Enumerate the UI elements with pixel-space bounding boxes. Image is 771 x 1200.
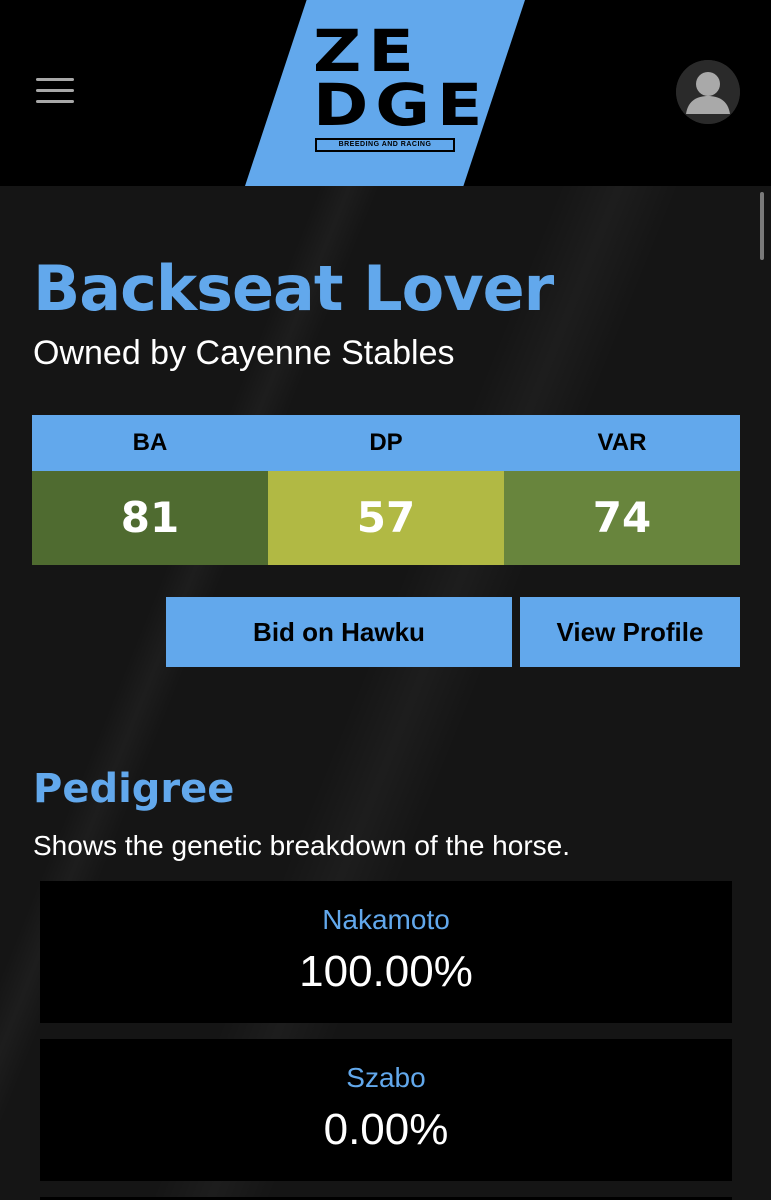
stats-value-row: 81 57 74 [32,471,740,565]
bid-on-hawku-button[interactable]: Bid on Hawku [166,597,512,667]
pedigree-card: Szabo 0.00% [40,1039,732,1181]
logo-line-2: DGE [313,71,490,139]
stat-header-ba: BA [132,429,168,456]
stat-value-var: 74 [504,471,740,565]
logo-tagline: BREEDING AND RACING [315,138,455,152]
stat-value-ba: 81 [32,471,268,565]
page-scrollbar[interactable] [760,192,764,260]
stat-value-dp: 57 [268,471,504,565]
pedigree-name: Nakamoto [322,904,450,935]
view-profile-button[interactable]: View Profile [520,597,740,667]
user-silhouette-icon [676,60,740,124]
horse-name: Backseat Lover [33,252,554,325]
pedigree-name: Szabo [346,1062,426,1093]
logo-line-1: ZE [313,17,421,85]
pedigree-description: Shows the genetic breakdown of the horse… [33,830,571,861]
pedigree-title: Pedigree [33,766,235,812]
hamburger-menu-icon[interactable] [36,78,74,106]
stats-table: BA DP VAR 81 57 74 [32,415,740,565]
pedigree-percent: 0.00% [323,1105,449,1154]
top-header: ZE DGE BREEDING AND RACING [0,0,771,186]
stats-header-row: BA DP VAR [32,415,740,471]
owner-text: Owned by Cayenne Stables [33,334,455,372]
pedigree-percent: 100.00% [299,947,473,996]
stat-header-var: VAR [597,429,647,456]
user-avatar-icon[interactable] [676,60,740,124]
pedigree-card: Nakamoto 100.00% [40,881,732,1023]
zedge-logo[interactable]: ZE DGE BREEDING AND RACING [313,22,482,152]
stat-header-dp: DP [369,429,403,456]
